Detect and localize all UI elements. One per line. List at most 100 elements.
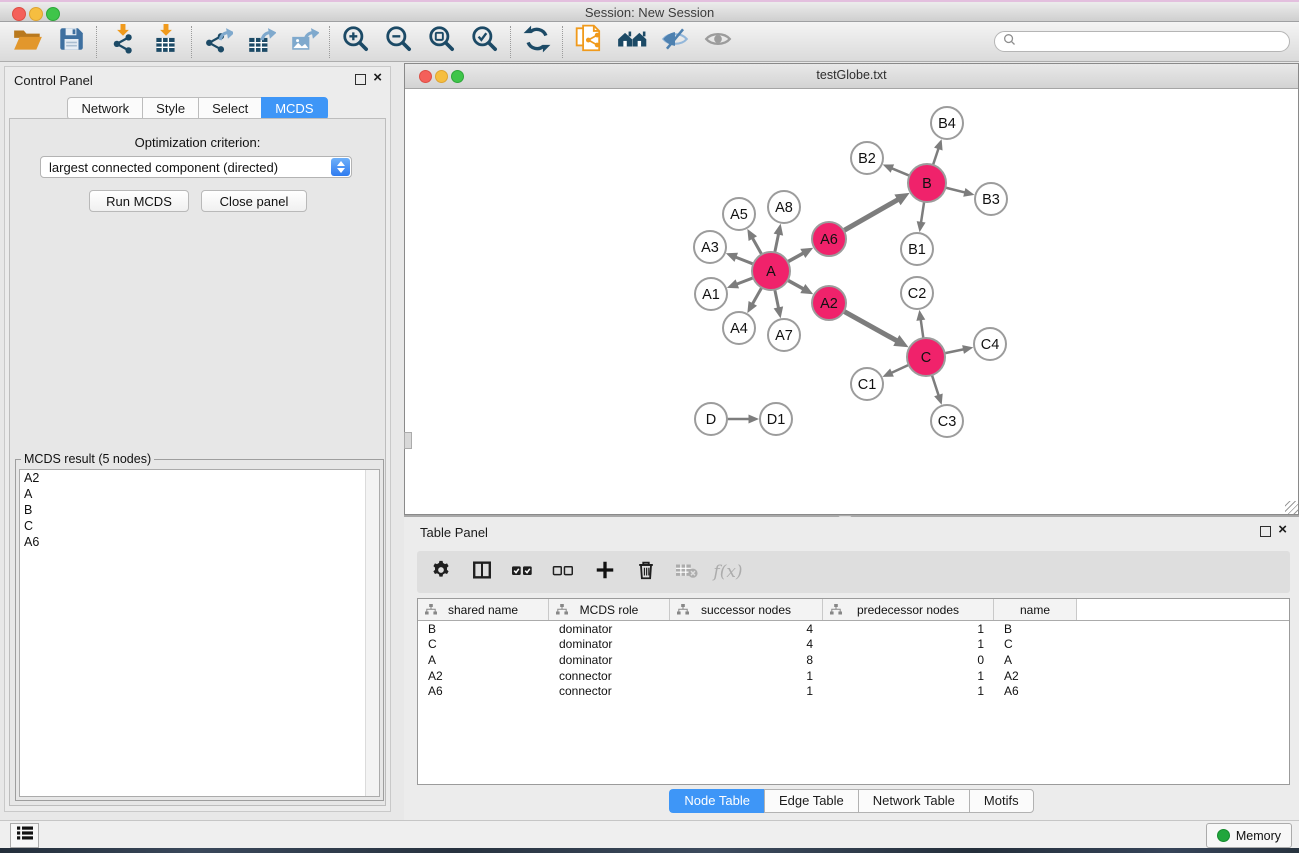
column-header-successor-nodes[interactable]: successor nodes [670,599,823,620]
mcds-result-item[interactable]: A6 [20,534,379,550]
add-column-button[interactable] [593,560,617,584]
graph-node-A6[interactable]: A6 [812,222,846,256]
export-table-button[interactable] [239,24,282,60]
tab-network[interactable]: Network [67,97,142,120]
show-graphics-details-button[interactable] [696,24,739,60]
graph-edge-C-C1 [882,365,908,377]
main-toolbar [0,22,1299,62]
table-row[interactable]: Bdominator41B [418,621,1289,637]
graph-node-C2[interactable]: C2 [901,277,933,309]
hide-graphics-details-button[interactable] [653,24,696,60]
optimization-criterion-select[interactable]: largest connected component (directed) [40,156,352,178]
graph-node-C1[interactable]: C1 [851,368,883,400]
search-input[interactable] [1021,34,1289,50]
save-session-button[interactable] [49,24,92,60]
tab-style[interactable]: Style [142,97,198,120]
search-field[interactable] [994,31,1290,52]
column-header-shared-name[interactable]: shared name [418,599,549,620]
graph-node-B2[interactable]: B2 [851,142,883,174]
tab-node-table[interactable]: Node Table [669,789,764,813]
run-mcds-button[interactable]: Run MCDS [89,190,189,212]
close-panel-icon[interactable]: × [373,70,382,86]
graph-node-A8[interactable]: A8 [768,191,800,223]
mcds-result-item[interactable]: C [20,518,379,534]
import-table-icon [151,24,181,59]
svg-text:C1: C1 [858,377,877,393]
tab-motifs[interactable]: Motifs [969,789,1034,813]
export-network-button[interactable] [196,24,239,60]
select-all-button[interactable] [511,560,535,584]
graph-edge-C-C4 [945,345,974,354]
graph-node-A2[interactable]: A2 [812,286,846,320]
table-row[interactable]: Adominator80A [418,652,1289,668]
column-header-predecessor-nodes[interactable]: predecessor nodes [823,599,994,620]
table-panel-tabs: Node Table Edge Table Network Table Moti… [404,789,1299,813]
graph-node-A3[interactable]: A3 [694,231,726,263]
graph-node-C4[interactable]: C4 [974,328,1006,360]
tab-edge-table[interactable]: Edge Table [764,789,858,813]
mcds-result-item[interactable]: A2 [20,470,379,486]
window-edge-grip[interactable] [404,432,412,449]
float-panel-icon[interactable] [355,74,366,85]
graph-node-A[interactable]: A [752,252,790,290]
graph-node-A4[interactable]: A4 [723,312,755,344]
float-table-panel-icon[interactable] [1260,526,1271,537]
search-icon [1003,33,1016,51]
graph-node-B[interactable]: B [908,164,946,202]
delete-column-button[interactable] [634,560,658,584]
result-scrollbar[interactable] [365,470,379,796]
graph-node-A5[interactable]: A5 [723,198,755,230]
mcds-result-item[interactable]: B [20,502,379,518]
tab-select[interactable]: Select [198,97,261,120]
memory-button[interactable]: Memory [1206,823,1292,848]
close-table-panel-icon[interactable]: × [1278,522,1287,538]
mcds-result-list[interactable]: A2ABCA6 [19,469,380,797]
deselect-all-button[interactable] [552,560,576,584]
table-cell: A2 [994,669,1077,683]
zoom-fit-button[interactable] [420,24,463,60]
svg-text:B3: B3 [982,192,1000,208]
network-window-titlebar[interactable]: testGlobe.txt [405,64,1298,89]
window-resize-grip-icon[interactable] [1285,501,1298,514]
column-layout-button[interactable] [470,560,494,584]
graph-node-A1[interactable]: A1 [695,278,727,310]
import-table-button[interactable] [144,24,187,60]
select-stepper-icon [331,158,350,176]
tab-network-table[interactable]: Network Table [858,789,969,813]
graph-node-D[interactable]: D [695,403,727,435]
zoom-out-button[interactable] [377,24,420,60]
apply-preferred-layout-button[interactable] [610,24,653,60]
mcds-result-item[interactable]: A [20,486,379,502]
export-image-button[interactable] [282,24,325,60]
settings-icon [430,559,452,586]
control-panel: Control Panel × Network Style Select MCD… [4,66,391,812]
settings-button[interactable] [429,560,453,584]
table-row[interactable]: A6connector11A6 [418,683,1289,699]
graph-node-D1[interactable]: D1 [760,403,792,435]
table-row[interactable]: Cdominator41C [418,637,1289,653]
graph-node-C3[interactable]: C3 [931,405,963,437]
zoom-in-button[interactable] [334,24,377,60]
import-network-button[interactable] [101,24,144,60]
open-session-button[interactable] [6,24,49,60]
table-row[interactable]: A2connector11A2 [418,668,1289,684]
graph-node-C[interactable]: C [907,338,945,376]
graph-node-B4[interactable]: B4 [931,107,963,139]
graph-edge-C-C2 [916,310,925,338]
column-header-name[interactable]: name [994,599,1077,620]
graph-node-B3[interactable]: B3 [975,183,1007,215]
task-history-button[interactable] [10,823,39,848]
close-panel-button[interactable]: Close panel [201,190,307,212]
graph-node-A7[interactable]: A7 [768,319,800,351]
network-canvas[interactable]: A A1 A2 A3 A4 A5 A6 A7 A8 B B1 B2 B3 B4 C C1 C2 C3 C4 D D1 [405,89,1298,514]
network-graph[interactable]: A A1 A2 A3 A4 A5 A6 A7 A8 B B1 B2 B3 B4 C C1 C2 C3 C4 D D1 [405,89,1296,513]
svg-text:A8: A8 [775,200,793,216]
new-network-from-selection-button[interactable] [567,24,610,60]
refresh-view-button[interactable] [515,24,558,60]
table-cell: C [994,637,1077,651]
table-cell: 4 [670,637,823,651]
column-header-MCDS-role[interactable]: MCDS role [549,599,670,620]
graph-node-B1[interactable]: B1 [901,233,933,265]
tab-mcds[interactable]: MCDS [261,97,327,120]
zoom-selected-button[interactable] [463,24,506,60]
